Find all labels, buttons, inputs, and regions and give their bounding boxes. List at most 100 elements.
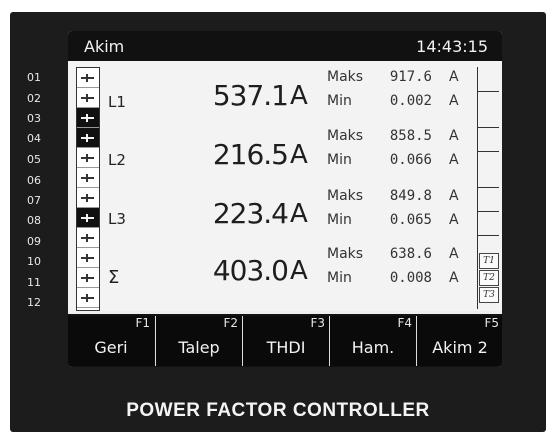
key-label: Ham. (351, 338, 395, 357)
current-unit: A (290, 140, 308, 170)
step-cell (77, 268, 99, 288)
step-number: 11 (27, 276, 41, 289)
capacitor-step-icon (81, 214, 94, 222)
step-cell (77, 248, 99, 268)
key-label: Talep (178, 338, 220, 357)
max-unit: A (449, 128, 459, 144)
f2-talep-button[interactable]: F2 Talep (155, 316, 242, 366)
min-unit: A (449, 270, 459, 286)
min-unit: A (449, 152, 459, 168)
capacitor-step-icon (81, 294, 94, 302)
max-value: 638.6 (389, 246, 432, 262)
step-number: 05 (27, 153, 41, 166)
min-label: Min (327, 270, 352, 286)
step-number: 06 (27, 174, 41, 187)
max-label: Maks (327, 246, 364, 262)
step-cell (77, 288, 99, 308)
capacitor-step-icon (81, 194, 94, 202)
step-cell (77, 108, 99, 128)
capacitor-step-icon (81, 74, 94, 82)
step-number: 09 (27, 235, 41, 248)
min-value: 0.002 (389, 93, 432, 109)
min-unit: A (449, 93, 459, 109)
capacitor-step-icon (81, 174, 94, 182)
f4-ham-button[interactable]: F4 Ham. (329, 316, 416, 366)
key-number: F1 (135, 316, 150, 330)
divider (478, 211, 499, 212)
step-cell (77, 68, 99, 88)
step-indicator-strip (76, 67, 100, 311)
current-value: 403.0 (212, 254, 289, 287)
transformer-indicator-t1: T1 (479, 253, 499, 269)
min-label: Min (327, 152, 352, 168)
function-key-bar: F1 Geri F2 Talep F3 THDI F4 Ham. F5 Akim… (68, 314, 502, 367)
min-value: 0.008 (389, 270, 432, 286)
step-number: 01 (27, 71, 41, 84)
capacitor-step-icon (81, 94, 94, 102)
current-value: 537.1 (212, 79, 289, 112)
step-number: 02 (27, 92, 41, 105)
key-label: Akim 2 (432, 338, 488, 357)
step-cell (77, 88, 99, 108)
divider (478, 151, 499, 152)
step-number: 03 (27, 112, 41, 125)
max-value: 917.6 (389, 69, 432, 85)
min-label: Min (327, 93, 352, 109)
divider (478, 235, 499, 236)
max-label: Maks (327, 128, 364, 144)
min-value: 0.066 (389, 152, 432, 168)
key-number: F4 (397, 316, 412, 330)
min-label: Min (327, 212, 352, 228)
key-number: F2 (223, 316, 238, 330)
step-number: 10 (27, 255, 41, 268)
phase-label: L1 (108, 93, 126, 111)
min-value: 0.065 (389, 212, 432, 228)
f1-geri-button[interactable]: F1 Geri (68, 316, 154, 366)
step-number: 08 (27, 214, 41, 227)
max-value: 849.8 (389, 188, 432, 204)
status-bar-right: T1 T2 T3 (477, 67, 499, 309)
step-cell (77, 148, 99, 168)
max-label: Maks (327, 188, 364, 204)
current-unit: A (290, 256, 308, 286)
min-unit: A (449, 212, 459, 228)
capacitor-step-icon (81, 114, 94, 122)
phase-label: Σ (108, 267, 120, 288)
current-unit: A (290, 81, 308, 111)
clock: 14:43:15 (416, 37, 488, 56)
max-value: 858.5 (389, 128, 432, 144)
step-number: 07 (27, 194, 41, 207)
divider (478, 127, 499, 128)
step-number: 12 (27, 296, 41, 309)
capacitor-step-icon (81, 234, 94, 242)
step-cell (77, 208, 99, 228)
step-cell (77, 128, 99, 148)
key-number: F5 (484, 316, 499, 330)
max-unit: A (449, 188, 459, 204)
divider (478, 187, 499, 188)
step-cell (77, 228, 99, 248)
current-value: 223.4 (212, 197, 289, 230)
capacitor-step-icon (81, 134, 94, 142)
divider (478, 91, 499, 92)
brand-label: POWER FACTOR CONTROLLER (126, 400, 430, 421)
capacitor-step-icon (81, 254, 94, 262)
current-unit: A (290, 199, 308, 229)
max-unit: A (449, 246, 459, 262)
max-label: Maks (327, 69, 364, 85)
f5-akim2-button[interactable]: F5 Akim 2 (416, 316, 502, 366)
page-title: Akim (84, 37, 125, 56)
key-number: F3 (310, 316, 325, 330)
phase-label: L3 (108, 210, 126, 228)
step-cell (77, 168, 99, 188)
current-value: 216.5 (212, 138, 289, 171)
lcd-screen: Akim 14:43:15 L1 537.1 A Maks 917.6 A Mi… (68, 31, 502, 367)
measurement-panel: L1 537.1 A Maks 917.6 A Min 0.002 A L2 2… (68, 61, 502, 311)
transformer-indicator-t3: T3 (479, 287, 499, 303)
key-label: Geri (94, 338, 128, 357)
key-label: THDI (266, 338, 306, 357)
phase-label: L2 (108, 151, 126, 169)
max-unit: A (449, 69, 459, 85)
step-cell (77, 188, 99, 208)
f3-thdi-button[interactable]: F3 THDI (242, 316, 329, 366)
